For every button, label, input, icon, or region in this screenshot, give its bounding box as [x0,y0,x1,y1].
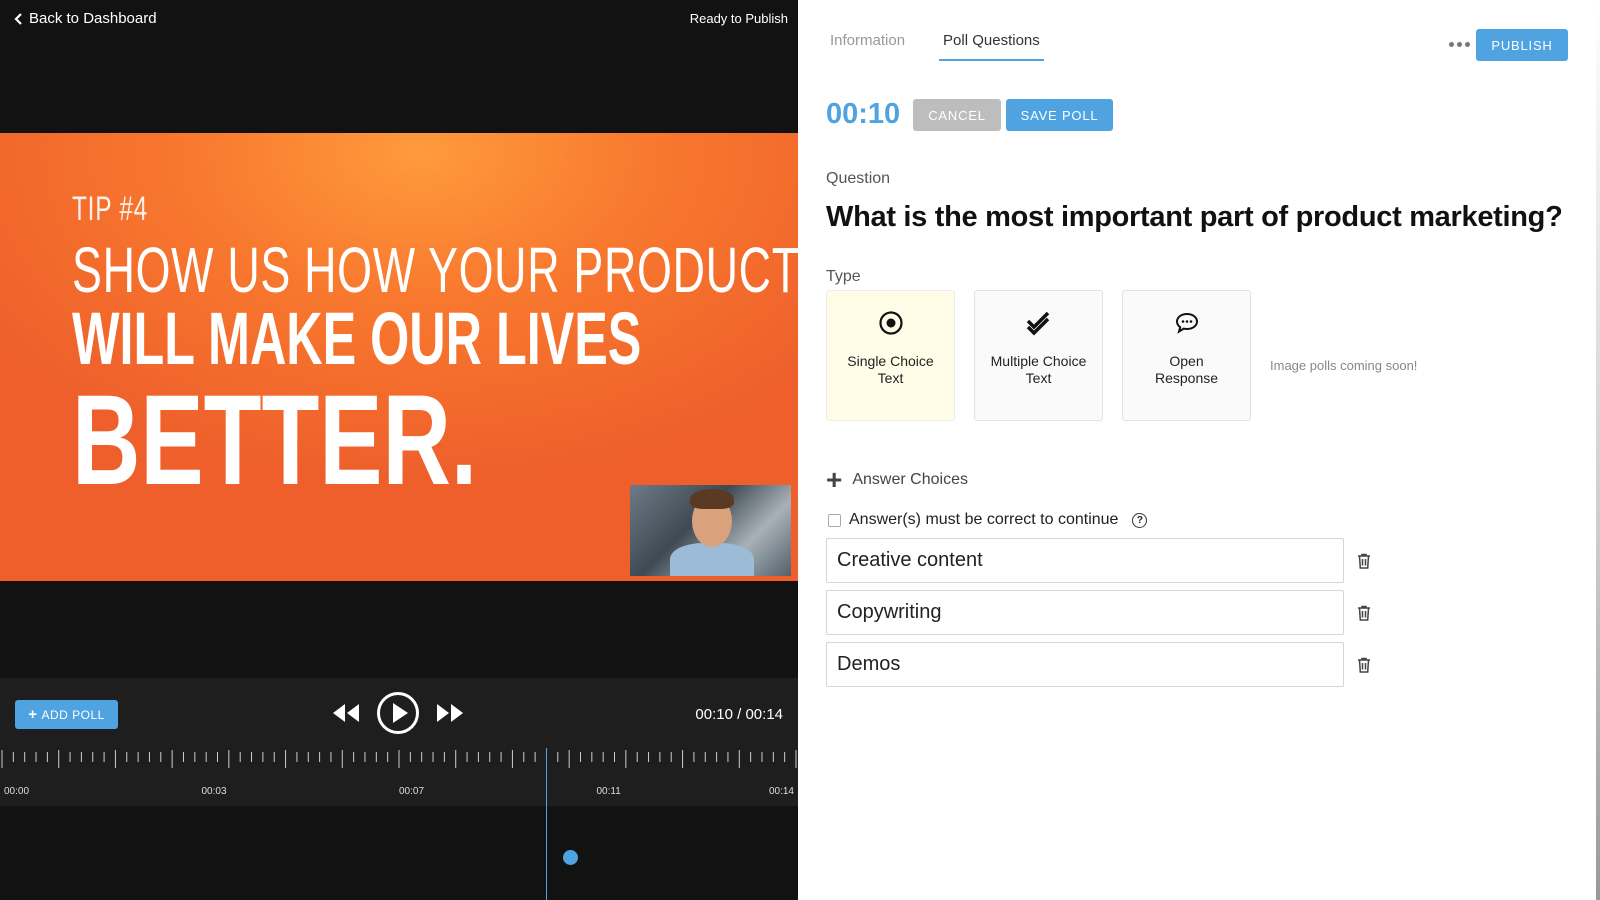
save-poll-button[interactable]: SAVE POLL [1006,99,1113,131]
cancel-button[interactable]: CANCEL [913,99,1001,131]
trash-icon [1358,553,1370,569]
type-single-choice[interactable]: Single Choice Text [826,290,955,421]
type-open-response[interactable]: Open Response [1122,290,1251,421]
webcam-overlay [630,485,791,576]
add-poll-label: ADD POLL [41,707,105,722]
answer-row: Demos [826,642,1374,687]
poll-timestamp: 00:10 [826,98,901,130]
trash-icon [1358,657,1370,673]
playhead[interactable] [545,748,547,900]
image-polls-note: Image polls coming soon! [1270,358,1418,373]
poll-editor-pane: Information Poll Questions PUBLISH 00:10… [798,0,1600,900]
delete-answer-button[interactable] [1354,655,1374,675]
answer-input[interactable]: Creative content [826,538,1344,583]
must-be-correct-checkbox[interactable] [828,513,841,527]
slide-tip-text: TIP #4 [72,190,148,228]
answer-row: Creative content [826,538,1374,583]
type-multiple-choice-label: Multiple Choice Text [990,353,1087,386]
back-to-dashboard-link[interactable]: Back to Dashboard [14,10,157,27]
play-icon [377,692,419,734]
editor-tabs: Information Poll Questions [826,30,1044,61]
speech-bubble-icon [1175,312,1198,334]
timeline-labels: 00:00 00:03 00:07 00:11 00:14 [0,786,798,800]
must-be-correct-option: Answer(s) must be correct to continue ? [828,511,1148,529]
fast-forward-icon [437,704,463,722]
trash-icon [1358,605,1370,621]
publish-button[interactable]: PUBLISH [1476,29,1568,61]
question-text[interactable]: What is the most important part of produ… [826,201,1563,234]
answer-row: Copywriting [826,590,1374,635]
timeline-ruler[interactable] [0,748,798,772]
timeline-label: 00:14 [768,786,794,797]
player-controls: + ADD POLL 00:10 / 00:14 00:00 00:03 00:07… [0,678,798,806]
poll-marker[interactable] [562,850,578,865]
answer-input[interactable]: Copywriting [826,590,1344,635]
chevron-left-icon [14,12,22,25]
add-answer-choice-button[interactable]: + Answer Choices [826,464,968,495]
poll-type-options: Single Choice Text Multiple Choice Text … [826,290,1251,421]
type-open-response-label: Open Response [1154,353,1219,386]
fast-forward-button[interactable] [436,702,464,724]
type-multiple-choice[interactable]: Multiple Choice Text [974,290,1103,421]
help-icon[interactable]: ? [1132,512,1148,528]
rewind-button[interactable] [332,702,360,724]
more-options-button[interactable] [1446,34,1472,54]
ellipsis-icon [1456,41,1462,47]
type-label: Type [826,268,861,285]
double-check-icon [1026,311,1049,336]
slide-line-3: BETTER. [72,369,478,512]
rewind-icon [333,704,359,722]
scrollbar[interactable] [1596,0,1600,900]
presenter-shirt [670,543,754,576]
tab-information[interactable]: Information [826,30,909,61]
presenter-hair [690,489,734,509]
ellipsis-icon [1448,41,1454,47]
timeline-label: 00:03 [201,786,227,797]
timeline-label: 00:07 [399,786,425,797]
tab-poll-questions[interactable]: Poll Questions [939,30,1044,61]
video-frame[interactable]: TIP #4 SHOW US HOW YOUR PRODUCT WILL MAK… [0,133,798,581]
plus-icon: + [28,706,38,723]
type-single-choice-label: Single Choice Text [847,353,934,386]
add-poll-button[interactable]: + ADD POLL [15,700,118,729]
video-editor-pane: Back to Dashboard Ready to Publish TIP #… [0,0,798,900]
ellipsis-icon [1464,41,1470,47]
delete-answer-button[interactable] [1354,603,1374,623]
answer-input[interactable]: Demos [826,642,1344,687]
timeline-label: 00:00 [4,786,30,797]
answer-choices-label: Answer Choices [852,471,968,488]
radio-icon [878,311,903,335]
timeline-label: 00:11 [596,786,621,797]
question-label: Question [826,170,891,187]
time-display: 00:10 / 00:14 [695,706,783,723]
must-be-correct-label: Answer(s) must be correct to continue [849,511,1119,528]
plus-icon: + [826,464,843,495]
transport-controls [332,691,464,735]
play-button[interactable] [376,691,420,735]
editor-topbar: Back to Dashboard Ready to Publish [0,0,798,38]
answer-list: Creative content Copywriting Demos [826,538,1374,694]
back-label: Back to Dashboard [29,10,157,27]
delete-answer-button[interactable] [1354,551,1374,571]
publish-status: Ready to Publish [689,11,788,26]
